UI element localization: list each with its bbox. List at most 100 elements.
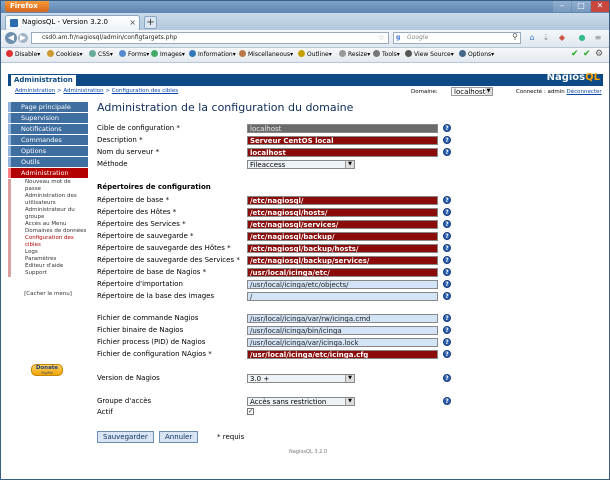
submenu-administration-utilisateurs[interactable]: Administration des utilisateurs xyxy=(8,193,88,207)
help-icon[interactable]: ? xyxy=(443,350,451,358)
toolbar-forms[interactable]: Forms▾ xyxy=(119,50,149,60)
url-bar[interactable]: csd0.am.fr/nagiosql/admin/configtargets.… xyxy=(31,32,389,44)
addon2-icon[interactable]: ● xyxy=(577,33,587,43)
input-cible[interactable]: localhost xyxy=(247,124,438,133)
input-dir[interactable]: / xyxy=(247,292,438,301)
menu-icon[interactable]: ≡ xyxy=(593,33,603,43)
submenu-logs[interactable]: Logs xyxy=(8,249,88,256)
sidebar-item-options[interactable]: Options xyxy=(8,146,88,156)
input-dir[interactable]: /usr/local/icinga/etc/ xyxy=(247,268,438,277)
sidebar-item-supervision[interactable]: Supervision xyxy=(8,113,88,123)
gear-icon[interactable]: ⚙ xyxy=(595,49,603,60)
toolbar-css[interactable]: CSS▾ xyxy=(89,50,113,60)
input-dir[interactable]: /etc/nagiosql/ xyxy=(247,196,438,205)
help-icon[interactable]: ? xyxy=(443,314,451,322)
help-icon[interactable]: ? xyxy=(443,268,451,276)
sidebar-item-administration[interactable]: Administration xyxy=(8,168,88,178)
input-file[interactable]: /usr/local/icinga/var/icinga.lock xyxy=(247,338,438,347)
help-icon[interactable]: ? xyxy=(443,256,451,264)
bookmark-star-icon[interactable]: ☆ xyxy=(378,33,385,43)
input-dir[interactable]: /etc/nagiosql/backup/services/ xyxy=(247,256,438,265)
input-file[interactable]: /usr/local/icinga/var/rw/icinga.cmd xyxy=(247,314,438,323)
toolbar-options[interactable]: Options▾ xyxy=(459,50,494,60)
label-actif: Actif xyxy=(97,408,113,416)
search-icon[interactable]: ⚲ xyxy=(512,32,518,42)
submenu-configuration-cibles[interactable]: Configuration des cibles xyxy=(8,235,88,249)
breadcrumb-link-1[interactable]: Administration xyxy=(15,88,55,94)
toolbar-images[interactable]: Images▾ xyxy=(151,50,185,60)
save-button[interactable]: Sauvegarder xyxy=(97,431,154,443)
back-icon[interactable]: ◀ xyxy=(5,32,17,44)
toolbar-resize[interactable]: Resize▾ xyxy=(339,50,370,60)
breadcrumb-link-3[interactable]: Configuration des cibles xyxy=(112,88,178,94)
addon-icon[interactable]: ◆ xyxy=(557,33,567,43)
toolbar-view-source[interactable]: View Source▾ xyxy=(405,50,454,60)
help-icon[interactable]: ? xyxy=(443,280,451,288)
submenu-acces-menu[interactable]: Accès au Menu xyxy=(8,221,88,228)
browser-tab[interactable]: NagiosQL - Version 3.2.0 × xyxy=(5,15,140,30)
toolbar-outline[interactable]: Outline▾ xyxy=(298,50,332,60)
submenu-nouveau-mot-de-passe[interactable]: Nouveau mot de passe xyxy=(8,179,88,193)
submenu-support[interactable]: Support xyxy=(8,270,88,277)
close-tab-icon[interactable]: × xyxy=(129,16,136,29)
toolbar-disable[interactable]: Disable▾ xyxy=(6,50,40,60)
toolbar-miscellaneous[interactable]: Miscellaneous▾ xyxy=(239,50,293,60)
logout-link[interactable]: Déconnecter xyxy=(566,89,601,95)
input-file[interactable]: /usr/local/icinga/etc/icinga.cfg xyxy=(247,350,438,359)
sidebar-item-commandes[interactable]: Commandes xyxy=(8,135,88,145)
input-dir[interactable]: /etc/nagiosql/backup/hosts/ xyxy=(247,244,438,253)
submenu-editeur-aide[interactable]: Editeur d'aide xyxy=(8,263,88,270)
help-icon[interactable]: ? xyxy=(443,136,451,144)
maximize-button[interactable]: □ xyxy=(572,1,590,12)
check2-icon[interactable]: ✔ xyxy=(583,49,591,60)
downloads-icon[interactable]: ⇣ xyxy=(541,33,551,43)
submenu-parametres[interactable]: Paramètres xyxy=(8,256,88,263)
options-icon xyxy=(459,50,466,57)
breadcrumb-link-2[interactable]: Administration xyxy=(63,88,103,94)
help-icon[interactable]: ? xyxy=(443,338,451,346)
home-icon[interactable]: ⌂ xyxy=(527,33,537,43)
help-icon[interactable]: ? xyxy=(443,244,451,252)
submenu-administrateur-groupe[interactable]: Administrateur du groupe xyxy=(8,207,88,221)
forward-icon[interactable]: ▶ xyxy=(18,33,28,43)
close-window-button[interactable]: ✕ xyxy=(591,1,609,12)
help-icon[interactable]: ? xyxy=(443,397,451,405)
input-file[interactable]: /usr/local/icinga/bin/icinga xyxy=(247,326,438,335)
minimize-button[interactable]: – xyxy=(553,1,571,12)
toolbar-tools[interactable]: Tools▾ xyxy=(373,50,400,60)
help-icon[interactable]: ? xyxy=(443,208,451,216)
help-icon[interactable]: ? xyxy=(443,220,451,228)
help-icon[interactable]: ? xyxy=(443,232,451,240)
select-groupe[interactable]: Accès sans restriction ▼ xyxy=(247,397,355,406)
select-version[interactable]: 3.0 + ▼ xyxy=(247,374,355,383)
help-icon[interactable]: ? xyxy=(443,148,451,156)
donate-button[interactable]: Donate PayPal xyxy=(31,364,63,376)
help-icon[interactable]: ? xyxy=(443,292,451,300)
actif-checkbox[interactable]: ✓ xyxy=(247,408,254,415)
input-nom-serveur[interactable]: localhost xyxy=(247,148,438,157)
hide-menu-link[interactable]: [Cacher le menu] xyxy=(8,291,88,297)
input-dir[interactable]: /etc/nagiosql/hosts/ xyxy=(247,208,438,217)
new-tab-button[interactable]: + xyxy=(144,16,157,29)
domain-select[interactable]: localhost ▼ xyxy=(451,87,493,96)
check-icon[interactable]: ✔ xyxy=(571,49,579,60)
tab-administration[interactable]: Administration xyxy=(11,75,76,86)
input-description[interactable]: Serveur CentOS local xyxy=(247,136,438,145)
toolbar-cookies[interactable]: Cookies▾ xyxy=(47,50,83,60)
sidebar-item-notifications[interactable]: Notifications xyxy=(8,124,88,134)
sidebar-item-outils[interactable]: Outils xyxy=(8,157,88,167)
help-icon[interactable]: ? xyxy=(443,374,451,382)
submenu-domaines-donnees[interactable]: Domaines de données xyxy=(8,228,88,235)
select-methode[interactable]: Fileaccess ▼ xyxy=(247,160,355,169)
help-icon[interactable]: ? xyxy=(443,196,451,204)
search-input[interactable]: g Google ⚲ xyxy=(393,32,521,44)
firefox-menu-button[interactable]: Firefox xyxy=(5,1,49,12)
input-dir[interactable]: /etc/nagiosql/backup/ xyxy=(247,232,438,241)
input-dir[interactable]: /etc/nagiosql/services/ xyxy=(247,220,438,229)
help-icon[interactable]: ? xyxy=(443,124,451,132)
cancel-button[interactable]: Annuler xyxy=(159,431,199,443)
toolbar-information[interactable]: Information▾ xyxy=(189,50,236,60)
help-icon[interactable]: ? xyxy=(443,326,451,334)
sidebar-item-page-principale[interactable]: Page principale xyxy=(8,102,88,112)
input-dir[interactable]: /usr/local/icinga/etc/objects/ xyxy=(247,280,438,289)
